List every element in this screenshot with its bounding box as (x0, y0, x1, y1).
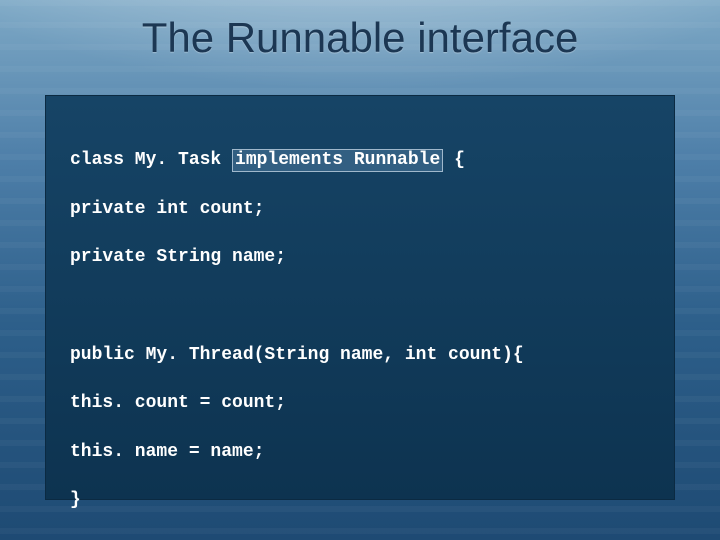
code-block: class My. Task implements Runnable { pri… (70, 124, 650, 540)
blank-line (70, 294, 650, 318)
code-text: class My. Task (70, 150, 232, 170)
code-line: this. name = name; (70, 440, 650, 464)
highlight-implements: implements Runnable (232, 149, 443, 172)
code-text: { (443, 150, 465, 170)
code-line: private int count; (70, 197, 650, 221)
code-line: public My. Thread(String name, int count… (70, 343, 650, 367)
code-line: class My. Task implements Runnable { (70, 148, 650, 172)
code-line: this. count = count; (70, 391, 650, 415)
code-panel: class My. Task implements Runnable { pri… (45, 95, 675, 500)
slide-title: The Runnable interface (0, 14, 720, 62)
code-line: } (70, 488, 650, 512)
code-line: private String name; (70, 245, 650, 269)
slide: The Runnable interface class My. Task im… (0, 0, 720, 540)
